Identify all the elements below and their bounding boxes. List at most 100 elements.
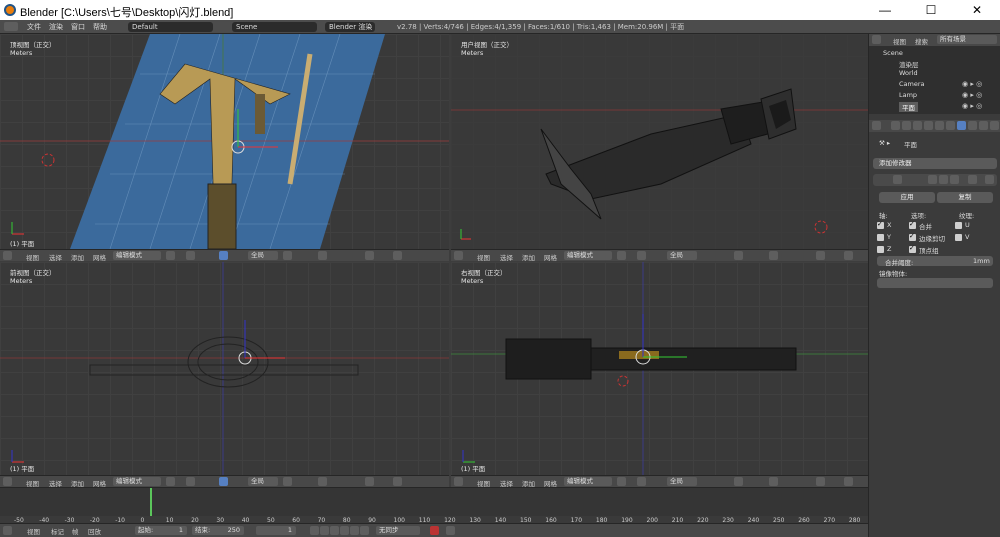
data-tab-icon[interactable]	[968, 121, 977, 130]
proportional-icon[interactable]	[769, 251, 778, 260]
render-icon[interactable]	[844, 477, 853, 486]
orientation-selector[interactable]: 全局	[248, 477, 278, 486]
pivot-icon[interactable]	[637, 477, 646, 486]
layout-selector[interactable]: Default	[128, 22, 213, 32]
outliner-item-camera[interactable]: Camera	[899, 80, 925, 90]
add-modifier-dropdown[interactable]: 添加修改器	[873, 158, 997, 169]
pivot-icon[interactable]	[637, 251, 646, 260]
editmode-toggle-icon[interactable]	[950, 175, 959, 184]
menu-window[interactable]: 窗口	[71, 22, 85, 32]
axis-z-checkbox[interactable]	[877, 246, 884, 253]
axis-x-checkbox[interactable]	[877, 220, 884, 229]
timeline-track[interactable]	[0, 488, 868, 516]
menu-select[interactable]: 选择	[500, 252, 513, 262]
editor-type-icon[interactable]	[3, 251, 12, 260]
jump-end-icon[interactable]	[360, 526, 369, 535]
mode-selector[interactable]: 编辑模式	[113, 251, 161, 260]
viewport-user[interactable]: 用户视图（正交） Meters	[451, 34, 868, 249]
texture-tab-icon[interactable]	[990, 121, 999, 130]
next-keyframe-icon[interactable]	[350, 526, 359, 535]
layers-tab-icon[interactable]	[902, 121, 911, 130]
start-frame-field[interactable]: 起始: 1	[135, 526, 187, 535]
vertex-select-icon[interactable]	[734, 477, 743, 486]
menu-view[interactable]: 视图	[26, 252, 39, 262]
editor-type-icon[interactable]	[872, 35, 881, 44]
play-reverse-icon[interactable]	[330, 526, 339, 535]
scene-selector[interactable]: Scene	[232, 22, 317, 32]
sync-mode-selector[interactable]: 无同步	[376, 526, 420, 535]
outliner-filter-selector[interactable]: 所有场景	[937, 35, 997, 44]
world-tab-icon[interactable]	[924, 121, 933, 130]
editor-type-icon[interactable]	[454, 251, 463, 260]
menu-view[interactable]: 视图	[477, 252, 490, 262]
mode-selector[interactable]: 编辑模式	[113, 477, 161, 486]
shading-icon[interactable]	[617, 251, 626, 260]
prev-keyframe-icon[interactable]	[320, 526, 329, 535]
timeline[interactable]: -50 -40 -30 -20 -10 0 10 20 30 40 50 60 70 80 90 100 110…	[0, 487, 868, 524]
proportional-icon[interactable]	[318, 251, 327, 260]
editor-type-icon[interactable]	[3, 477, 12, 486]
remove-modifier-icon[interactable]	[985, 175, 994, 184]
timeline-menu-frame[interactable]: 帧	[72, 526, 79, 536]
apply-button[interactable]: 应用	[879, 192, 935, 203]
mode-selector[interactable]: 编辑模式	[564, 251, 612, 260]
menu-file[interactable]: 文件	[27, 22, 41, 32]
snap-icon[interactable]	[365, 477, 374, 486]
timeline-menu-marker[interactable]: 标记	[51, 526, 64, 536]
vertex-select-icon[interactable]	[283, 477, 292, 486]
maximize-button[interactable]: ☐	[908, 0, 954, 20]
editor-type-icon[interactable]	[872, 121, 881, 130]
menu-add[interactable]: 添加	[71, 252, 84, 262]
material-tab-icon[interactable]	[979, 121, 988, 130]
merge-limit-field[interactable]: 合并阈度: 1mm	[877, 256, 993, 267]
merge-checkbox[interactable]	[909, 220, 916, 229]
mode-selector[interactable]: 编辑模式	[564, 477, 612, 486]
menu-render[interactable]: 渲染	[49, 22, 63, 32]
shading-icon[interactable]	[166, 477, 175, 486]
current-frame-field[interactable]: 1	[256, 526, 296, 535]
minimize-button[interactable]: —	[862, 0, 908, 20]
close-button[interactable]: ✕	[954, 0, 1000, 20]
timeline-menu-playback[interactable]: 回放	[88, 526, 101, 536]
timeline-menu-view[interactable]: 视图	[27, 526, 40, 536]
outliner-item-scene[interactable]: Scene	[883, 49, 903, 59]
render-toggle-icon[interactable]	[928, 175, 937, 184]
editor-type-icon[interactable]	[454, 477, 463, 486]
visibility-eye-icon[interactable]: ◉ ▸ ◎	[962, 91, 982, 99]
proportional-icon[interactable]	[769, 477, 778, 486]
pivot-icon[interactable]	[186, 251, 195, 260]
render-tab-icon[interactable]	[891, 121, 900, 130]
clipping-checkbox[interactable]	[909, 232, 916, 241]
vertex-group-checkbox[interactable]	[909, 244, 916, 253]
outliner-item-lamp[interactable]: Lamp	[899, 91, 917, 101]
render-icon[interactable]	[844, 251, 853, 260]
snap-icon[interactable]	[816, 477, 825, 486]
viewport-right[interactable]: 右视图（正交） Meters (1) 平面	[451, 262, 868, 475]
menu-select[interactable]: 选择	[49, 252, 62, 262]
play-icon[interactable]	[340, 526, 349, 535]
proportional-icon[interactable]	[318, 477, 327, 486]
visibility-eye-icon[interactable]: ◉ ▸ ◎	[962, 102, 982, 110]
outliner-item-plane[interactable]: 平面	[899, 102, 918, 112]
outliner-item-world[interactable]: World	[899, 69, 918, 79]
modifier-tab-icon[interactable]	[957, 121, 966, 130]
viewport-top[interactable]: 顶视图（正交） Meters (1) 平面	[0, 34, 449, 249]
keying-set-icon[interactable]	[446, 526, 455, 535]
move-up-icon[interactable]	[968, 175, 977, 184]
orientation-selector[interactable]: 全局	[667, 477, 697, 486]
menu-mesh[interactable]: 网格	[544, 252, 557, 262]
outliner-menu-view[interactable]: 视图	[893, 36, 906, 46]
visibility-eye-icon[interactable]: ◉ ▸ ◎	[962, 80, 982, 88]
snap-icon[interactable]	[816, 251, 825, 260]
editor-type-icon[interactable]	[3, 526, 12, 535]
mirror-u-checkbox[interactable]	[955, 222, 962, 229]
record-icon[interactable]	[430, 526, 439, 535]
current-frame-marker[interactable]	[150, 488, 152, 516]
orientation-selector[interactable]: 全局	[667, 251, 697, 260]
axis-y-checkbox[interactable]	[877, 234, 884, 241]
menu-add[interactable]: 添加	[522, 252, 535, 262]
constraints-tab-icon[interactable]	[946, 121, 955, 130]
vertex-select-icon[interactable]	[283, 251, 292, 260]
render-engine-selector[interactable]: Blender 渲染	[325, 22, 375, 32]
outliner-menu-search[interactable]: 搜索	[915, 36, 928, 46]
